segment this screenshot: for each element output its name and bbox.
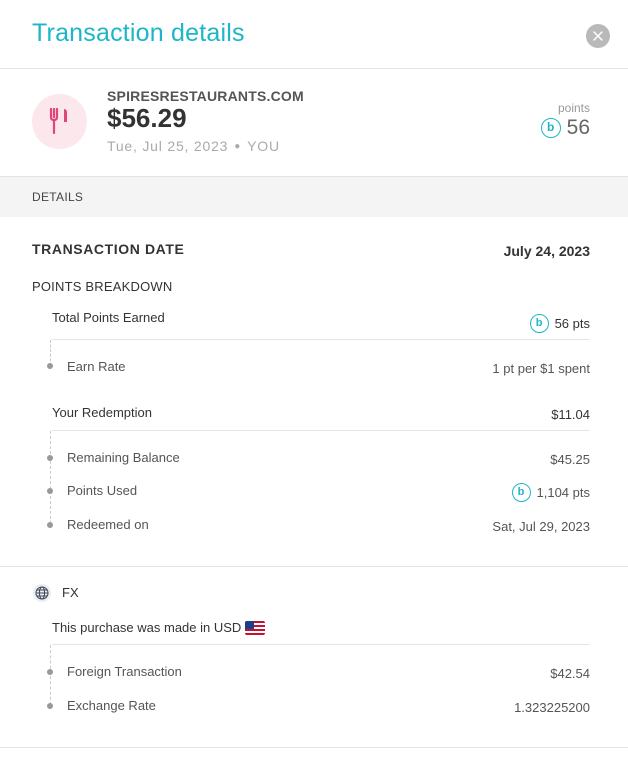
fx-label: FX	[62, 585, 79, 600]
remaining-balance-label: Remaining Balance	[67, 450, 180, 465]
points-badge-icon: b	[529, 314, 549, 333]
redemption-label: Your Redemption	[52, 405, 152, 420]
divider	[52, 430, 590, 431]
transaction-summary: SPIRESRESTAURANTS.COM $56.29 Tue, Jul 25…	[0, 69, 628, 177]
points-label: points	[557, 101, 590, 115]
transaction-amount: $56.29	[107, 103, 187, 133]
total-points-text: 56 pts	[554, 316, 590, 331]
earn-rate-value: 1 pt per $1 spent	[492, 361, 590, 376]
redemption-value: $11.04	[551, 407, 590, 422]
transaction-date-label: TRANSACTION DATE	[32, 241, 185, 257]
divider	[52, 644, 590, 645]
merchant-category-icon	[32, 94, 87, 149]
earn-rate-label: Earn Rate	[67, 359, 126, 374]
exchange-rate-value: 1.323225200	[514, 700, 590, 715]
points-used-text: 1,104 pts	[536, 485, 591, 500]
points-value: 56	[566, 116, 590, 139]
page-title: Transaction details	[32, 19, 245, 47]
foreign-transaction-label: Foreign Transaction	[67, 664, 182, 679]
divider	[52, 339, 590, 340]
redeemed-on-label: Redeemed on	[67, 517, 149, 532]
transaction-user: YOU	[247, 138, 280, 154]
tree-connector	[50, 431, 51, 524]
points-used-label: Points Used	[67, 483, 138, 498]
us-flag-icon	[245, 620, 266, 635]
points-badge-icon: b	[540, 118, 561, 138]
tree-bullet	[47, 522, 53, 528]
points-badge-icon: b	[511, 483, 531, 502]
close-button[interactable]	[586, 24, 610, 48]
fx-note-text: This purchase was made in USD	[52, 620, 242, 635]
points-earned: b 56	[540, 116, 590, 140]
total-points-label: Total Points Earned	[52, 310, 165, 325]
fx-note: This purchase was made in USD	[52, 620, 266, 635]
globe-icon	[33, 584, 51, 602]
merchant-name: SPIRESRESTAURANTS.COM	[107, 88, 304, 104]
section-divider	[0, 566, 628, 567]
remaining-balance-value: $45.25	[550, 452, 590, 467]
transaction-meta: Tue, Jul 25, 2023 ● YOU	[107, 138, 280, 154]
exchange-rate-label: Exchange Rate	[67, 698, 156, 713]
header: Transaction details	[0, 0, 628, 69]
transaction-date-value: July 24, 2023	[503, 243, 590, 259]
section-divider	[0, 747, 628, 748]
close-icon	[593, 31, 603, 41]
foreign-transaction-value: $42.54	[550, 666, 590, 681]
separator-dot: ●	[234, 141, 242, 152]
tree-bullet	[47, 455, 53, 461]
tree-bullet	[47, 669, 53, 675]
redeemed-on-value: Sat, Jul 29, 2023	[492, 519, 590, 534]
points-used-value: b 1,104 pts	[511, 483, 591, 502]
points-breakdown-label: POINTS BREAKDOWN	[32, 279, 173, 294]
fork-knife-icon	[49, 108, 67, 134]
tree-connector	[50, 645, 51, 705]
tree-bullet	[47, 488, 53, 494]
details-label: DETAILS	[32, 190, 84, 204]
tree-bullet	[47, 703, 53, 709]
tree-bullet	[47, 363, 53, 369]
transaction-date-short: Tue, Jul 25, 2023	[107, 138, 229, 154]
details-section-header: DETAILS	[0, 177, 628, 217]
total-points-value: b 56 pts	[529, 314, 590, 333]
